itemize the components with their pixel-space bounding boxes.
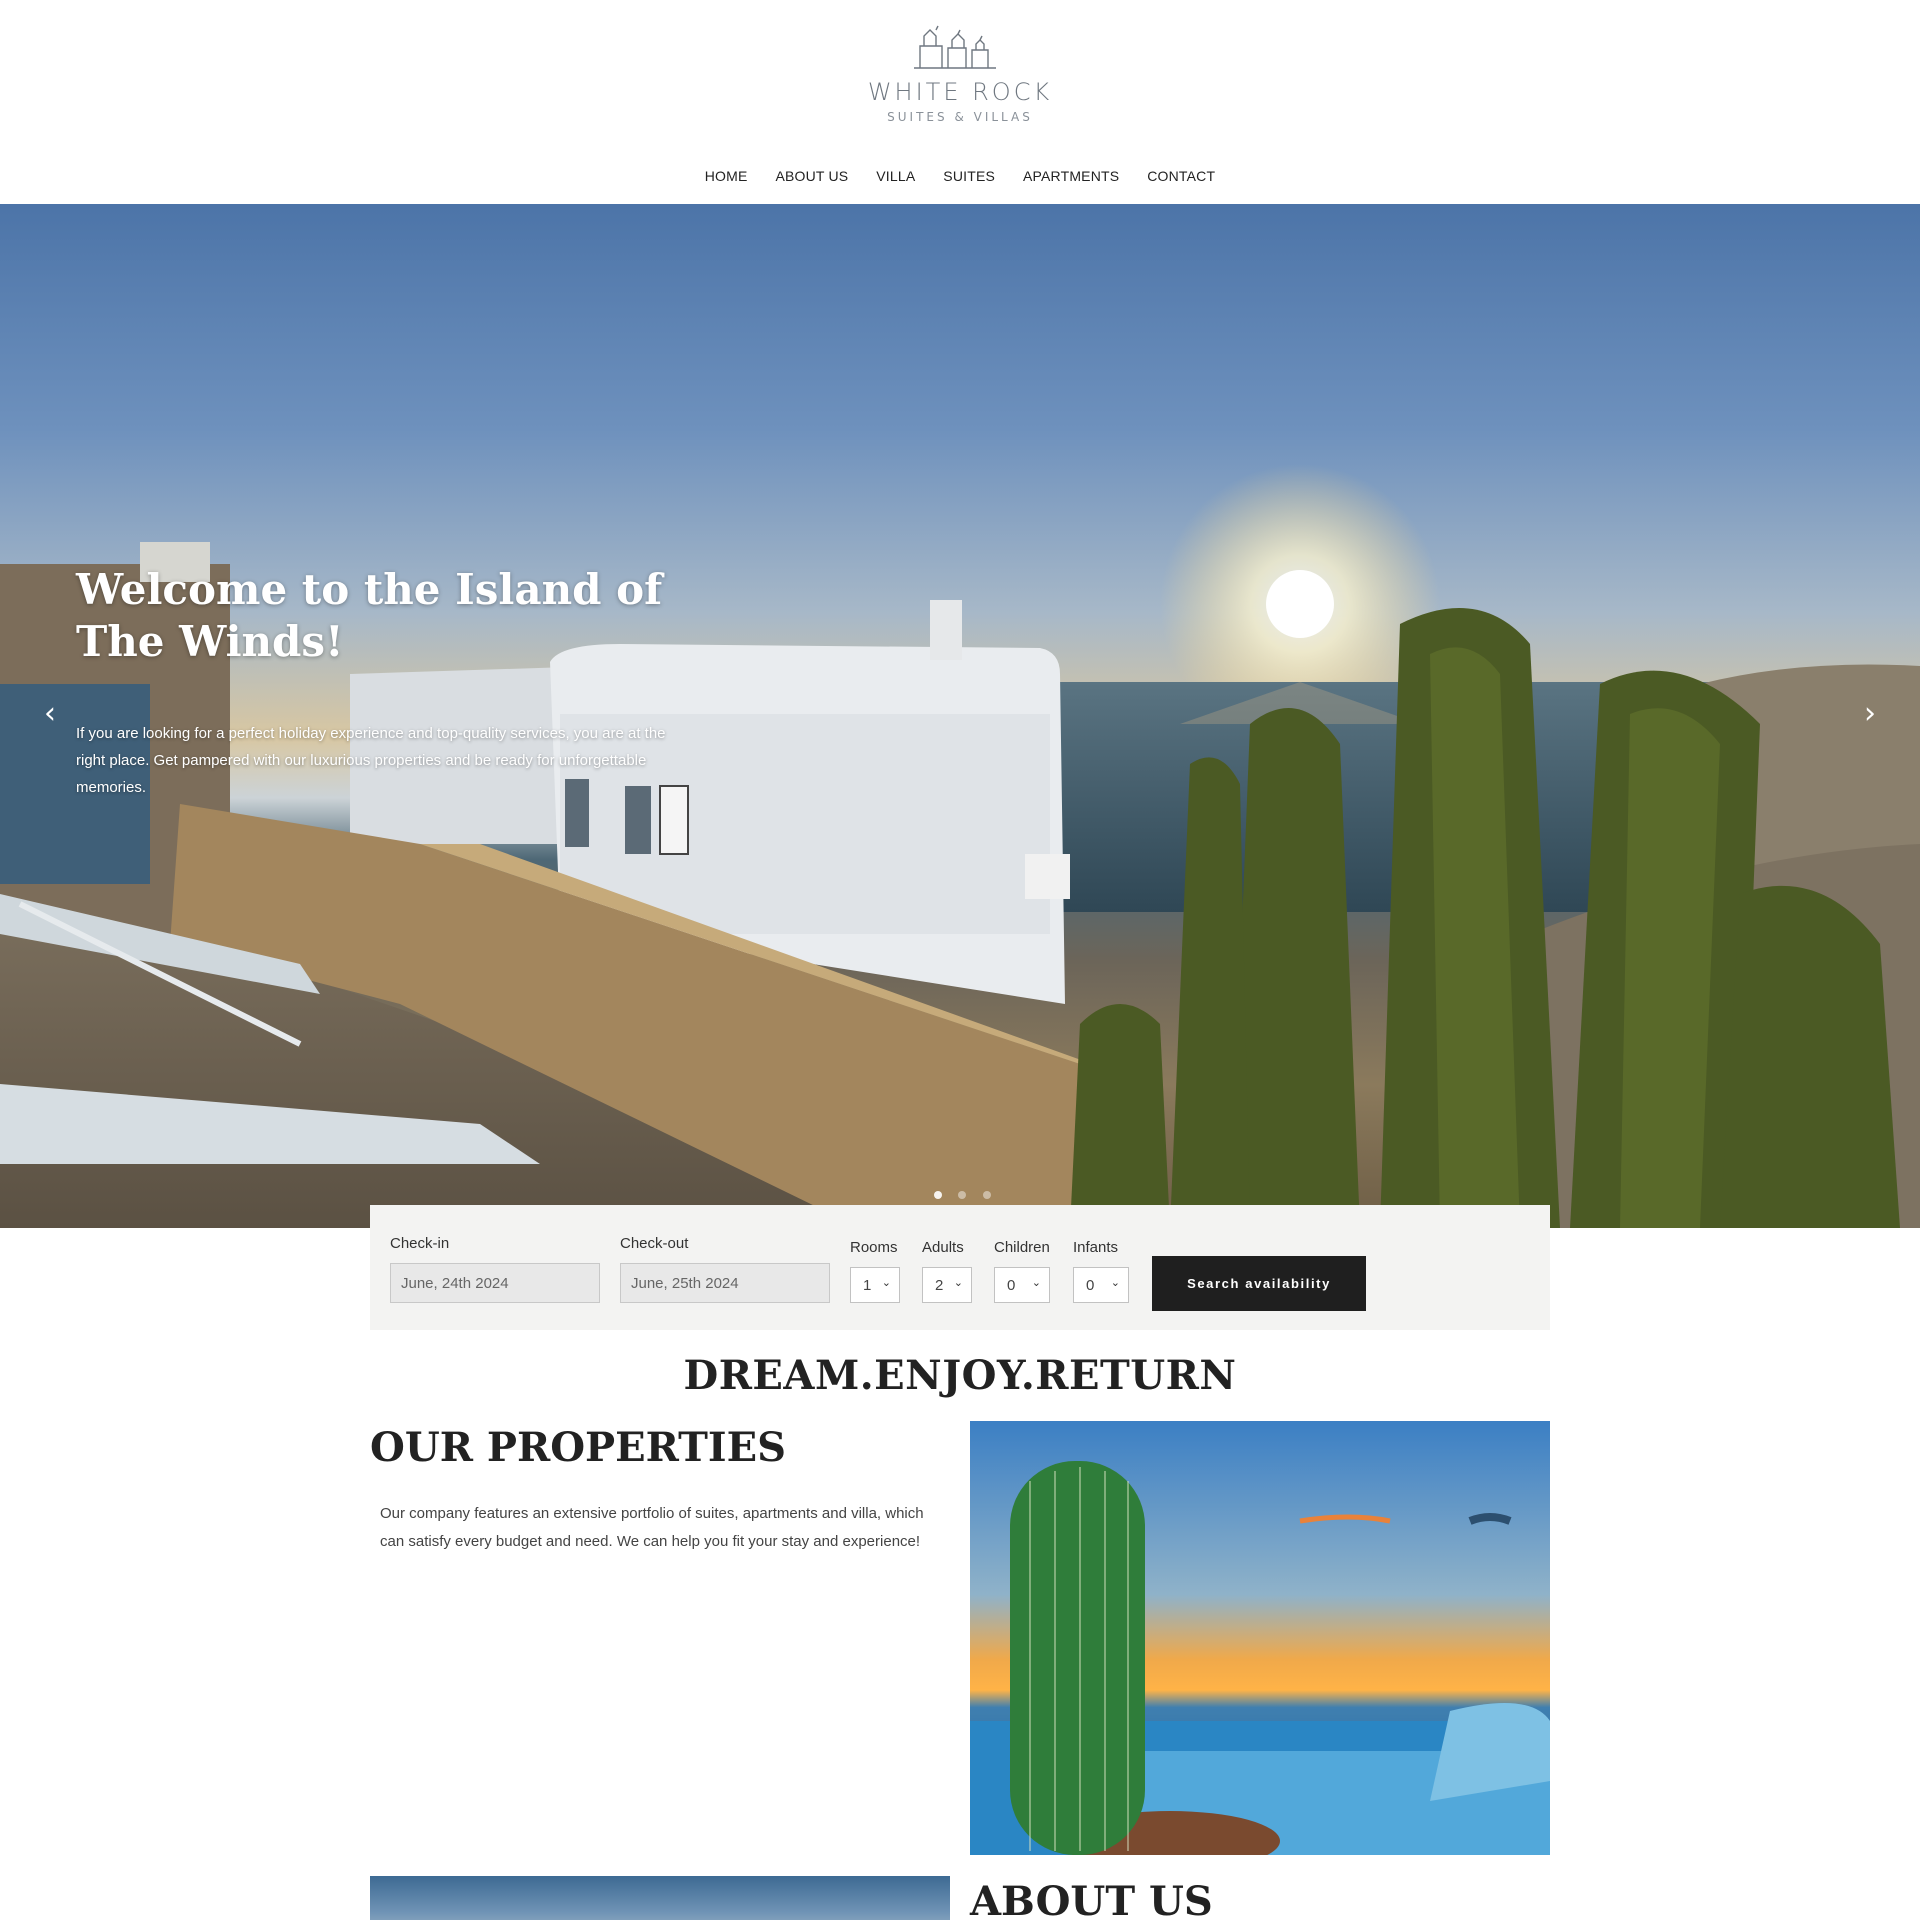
checkout-label: Check-out: [620, 1235, 689, 1252]
slider-dot[interactable]: [934, 1191, 942, 1199]
chevron-down-icon: ⌄: [953, 1277, 963, 1289]
main-nav: HOME ABOUT US VILLA SUITES APARTMENTS CO…: [0, 168, 1920, 184]
infants-select[interactable]: 0 ⌄: [1073, 1267, 1129, 1303]
properties-heading: OUR PROPERTIES: [370, 1424, 787, 1471]
tagline: DREAM.ENJOY.RETURN: [683, 1352, 1237, 1399]
rooms-value: 1: [863, 1277, 872, 1294]
adults-select[interactable]: 2 ⌄: [922, 1267, 972, 1303]
brand-title: WHITE ROCK: [867, 78, 1053, 106]
children-value: 0: [1007, 1277, 1016, 1294]
slider-dots: [928, 1186, 997, 1204]
properties-text: Our company features an extensive portfo…: [380, 1505, 924, 1550]
checkout-input[interactable]: June, 25th 2024: [620, 1263, 830, 1303]
rooms-label: Rooms: [850, 1239, 898, 1256]
hero-title: Welcome to the Island of The Winds!: [76, 565, 663, 666]
nav-about-us[interactable]: ABOUT US: [775, 168, 848, 184]
properties-image: [970, 1421, 1550, 1855]
hero-slider: Welcome to the Island of The Winds! If y…: [0, 204, 1920, 1228]
adults-label: Adults: [922, 1239, 964, 1256]
checkin-label: Check-in: [390, 1235, 450, 1252]
nav-home[interactable]: HOME: [705, 168, 748, 184]
nav-suites[interactable]: SUITES: [943, 168, 995, 184]
brand-subtitle: SUITES & VILLAS: [887, 110, 1033, 124]
adults-value: 2: [935, 1277, 944, 1294]
nav-apartments[interactable]: APARTMENTS: [1023, 168, 1119, 184]
slider-dot[interactable]: [982, 1191, 991, 1199]
chevron-down-icon: ⌄: [1110, 1277, 1120, 1289]
search-availability-button[interactable]: Search availability: [1152, 1256, 1366, 1311]
checkin-input[interactable]: June, 24th 2024: [390, 1263, 600, 1303]
site-logo[interactable]: WHITE ROCK SUITES & VILLAS: [0, 22, 1920, 132]
chevron-left-icon[interactable]: ‹: [30, 694, 70, 734]
chevron-down-icon: ⌄: [1031, 1277, 1041, 1289]
infants-value: 0: [1086, 1277, 1095, 1294]
nav-contact[interactable]: CONTACT: [1147, 168, 1215, 184]
hero-image: [0, 464, 1920, 1228]
infants-label: Infants: [1073, 1239, 1119, 1256]
chevron-right-icon[interactable]: ›: [1850, 694, 1890, 734]
children-label: Children: [994, 1239, 1050, 1256]
about-image: [370, 1876, 950, 1920]
hero-text: If you are looking for a perfect holiday…: [76, 725, 666, 796]
booking-form: Check-in June, 24th 2024 Check-out June,…: [370, 1205, 1550, 1330]
slider-dot[interactable]: [958, 1191, 967, 1199]
about-heading: ABOUT US: [970, 1878, 1213, 1920]
cactus-sunset-image: [970, 1421, 1550, 1855]
chevron-down-icon: ⌄: [881, 1277, 891, 1289]
nav-villa[interactable]: VILLA: [876, 168, 915, 184]
children-select[interactable]: 0 ⌄: [994, 1267, 1050, 1303]
logo-houses-icon: [914, 25, 996, 69]
rooms-select[interactable]: 1 ⌄: [850, 1267, 900, 1303]
